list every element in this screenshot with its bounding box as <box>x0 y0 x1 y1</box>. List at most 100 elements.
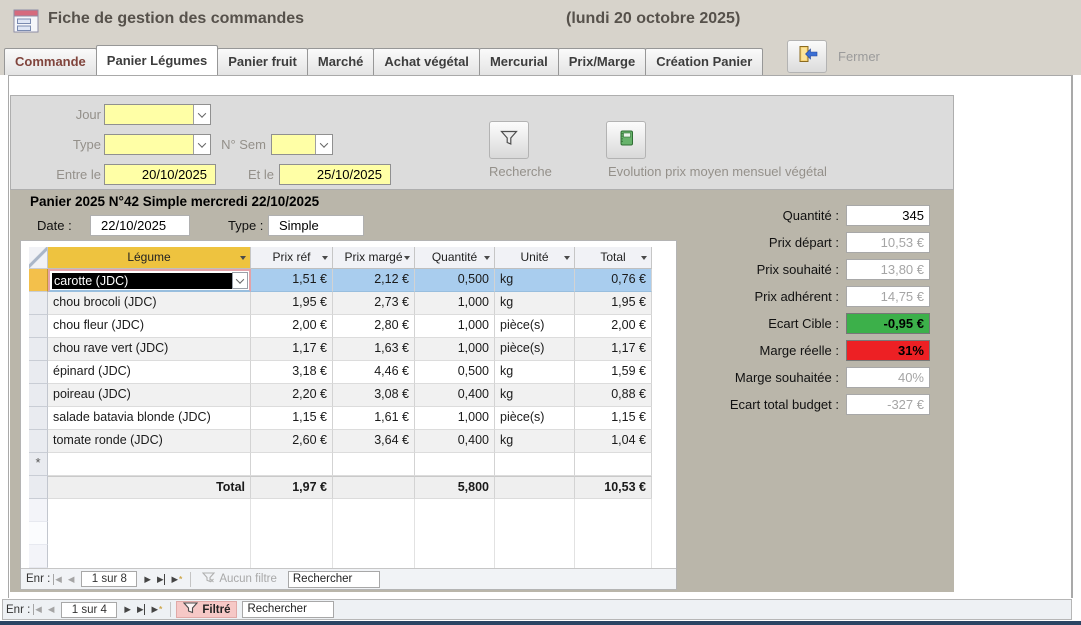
column-header-prix-ref[interactable]: Prix réf <box>251 247 333 269</box>
cell-quantite[interactable]: 0,400 <box>415 430 495 453</box>
first-record-button[interactable]: ◀ <box>33 604 42 615</box>
cell-total[interactable]: 1,04 € <box>575 430 652 453</box>
cell-prix-marge[interactable]: 4,46 € <box>333 361 415 384</box>
cell-quantite[interactable]: 0,400 <box>415 384 495 407</box>
record-position[interactable]: 1 sur 4 <box>61 602 117 618</box>
cell-total[interactable]: 1,17 € <box>575 338 652 361</box>
cell-unite[interactable]: pièce(s) <box>495 315 575 338</box>
previous-record-button[interactable]: ◀ <box>68 574 75 585</box>
column-dropdown-icon[interactable] <box>322 256 328 260</box>
tab-creation-panier[interactable]: Création Panier <box>645 48 763 75</box>
type-combo[interactable] <box>104 134 211 155</box>
record-selector[interactable] <box>29 361 48 384</box>
record-selector[interactable] <box>29 430 48 453</box>
tab-marche[interactable]: Marché <box>307 48 375 75</box>
cell-prix-marge[interactable]: 1,61 € <box>333 407 415 430</box>
cell-prix-marge[interactable]: 3,08 € <box>333 384 415 407</box>
record-selector[interactable] <box>29 315 48 338</box>
record-position[interactable]: 1 sur 8 <box>81 571 137 587</box>
cell-total[interactable]: 0,88 € <box>575 384 652 407</box>
jour-combo[interactable] <box>104 104 211 125</box>
cell-prix-ref[interactable]: 2,60 € <box>251 430 333 453</box>
cell-legume[interactable]: chou brocoli (JDC) <box>48 292 251 315</box>
cell-unite[interactable]: kg <box>495 430 575 453</box>
cell-quantite[interactable]: 0,500 <box>415 361 495 384</box>
cell-prix-ref[interactable]: 1,51 € <box>251 269 333 292</box>
cell-prix-marge[interactable]: 2,12 € <box>333 269 415 292</box>
chevron-down-icon[interactable] <box>315 135 332 154</box>
tab-panier-legumes[interactable]: Panier Légumes <box>96 45 218 75</box>
record-selector[interactable] <box>29 338 48 361</box>
cell-prix-marge[interactable]: 2,80 € <box>333 315 415 338</box>
column-dropdown-icon[interactable] <box>641 256 647 260</box>
evolution-button[interactable] <box>606 121 646 159</box>
cell-prix-ref[interactable]: 2,20 € <box>251 384 333 407</box>
first-record-button[interactable]: ◀ <box>53 574 62 585</box>
cell-total[interactable]: 2,00 € <box>575 315 652 338</box>
last-record-button[interactable]: ▶ <box>157 574 166 585</box>
cell-unite[interactable] <box>495 453 575 476</box>
cell-unite[interactable]: pièce(s) <box>495 407 575 430</box>
tab-achat-vegetal[interactable]: Achat végétal <box>373 48 480 75</box>
column-dropdown-icon[interactable] <box>404 256 410 260</box>
cell-total[interactable]: 1,95 € <box>575 292 652 315</box>
close-button[interactable] <box>787 40 827 73</box>
cell-prix-ref[interactable]: 1,15 € <box>251 407 333 430</box>
column-header-unite[interactable]: Unité <box>495 247 575 269</box>
previous-record-button[interactable]: ◀ <box>48 604 55 615</box>
cell-prix-ref[interactable]: 1,17 € <box>251 338 333 361</box>
filtered-toggle[interactable]: Filtré <box>176 601 237 618</box>
cell-quantite[interactable]: 1,000 <box>415 315 495 338</box>
record-selector[interactable] <box>29 384 48 407</box>
sem-combo[interactable] <box>271 134 333 155</box>
cell-unite[interactable]: kg <box>495 292 575 315</box>
cell-legume[interactable]: chou fleur (JDC) <box>48 315 251 338</box>
legume-combo-value[interactable]: carotte (JDC) <box>52 273 232 289</box>
next-record-button[interactable]: ▶ <box>124 604 131 615</box>
cell-prix-marge[interactable]: 3,64 € <box>333 430 415 453</box>
cell-prix-ref[interactable]: 3,18 € <box>251 361 333 384</box>
cell-legume[interactable]: poireau (JDC) <box>48 384 251 407</box>
legume-combo-cell[interactable]: carotte (JDC) <box>48 269 251 292</box>
cell-legume[interactable]: salade batavia blonde (JDC) <box>48 407 251 430</box>
type-field[interactable]: Simple <box>268 215 364 236</box>
column-header-total[interactable]: Total <box>575 247 652 269</box>
cell-quantite[interactable]: 0,500 <box>415 269 495 292</box>
cell-unite[interactable]: kg <box>495 361 575 384</box>
date-field[interactable]: 22/10/2025 <box>90 215 190 236</box>
cell-total[interactable]: 1,59 € <box>575 361 652 384</box>
cell-prix-ref[interactable]: 1,95 € <box>251 292 333 315</box>
main-search-input[interactable]: Rechercher <box>242 601 334 618</box>
column-dropdown-icon[interactable] <box>484 256 490 260</box>
cell-total[interactable]: 1,15 € <box>575 407 652 430</box>
no-filter-toggle[interactable]: Aucun filtre <box>196 571 283 588</box>
chevron-down-icon[interactable] <box>193 105 210 124</box>
cell-prix-marge[interactable] <box>333 453 415 476</box>
cell-prix-marge[interactable]: 2,73 € <box>333 292 415 315</box>
new-record-button[interactable]: ▶* <box>171 574 182 585</box>
cell-legume[interactable]: tomate ronde (JDC) <box>48 430 251 453</box>
column-header-legume[interactable]: Légume <box>48 247 251 269</box>
select-all-cell[interactable] <box>29 247 48 269</box>
cell-unite[interactable]: kg <box>495 384 575 407</box>
tab-panier-fruit[interactable]: Panier fruit <box>217 48 308 75</box>
column-header-quantite[interactable]: Quantité <box>415 247 495 269</box>
tab-commande[interactable]: Commande <box>4 48 97 75</box>
next-record-button[interactable]: ▶ <box>144 574 151 585</box>
cell-total[interactable] <box>575 453 652 476</box>
cell-prix-marge[interactable]: 1,63 € <box>333 338 415 361</box>
et-le-field[interactable]: 25/10/2025 <box>279 164 391 185</box>
cell-quantite[interactable]: 1,000 <box>415 407 495 430</box>
last-record-button[interactable]: ▶ <box>137 604 146 615</box>
stat-value[interactable]: 345 <box>846 205 930 226</box>
new-record-selector[interactable]: * <box>29 453 48 476</box>
cell-prix-ref[interactable] <box>251 453 333 476</box>
cell-total[interactable]: 0,76 € <box>575 269 652 292</box>
cell-quantite[interactable]: 1,000 <box>415 338 495 361</box>
record-selector[interactable] <box>29 407 48 430</box>
column-header-prix-marge[interactable]: Prix margé <box>333 247 415 269</box>
cell-legume[interactable]: chou rave vert (JDC) <box>48 338 251 361</box>
column-dropdown-icon[interactable] <box>240 256 246 260</box>
column-dropdown-icon[interactable] <box>564 256 570 260</box>
cell-legume[interactable] <box>48 453 251 476</box>
